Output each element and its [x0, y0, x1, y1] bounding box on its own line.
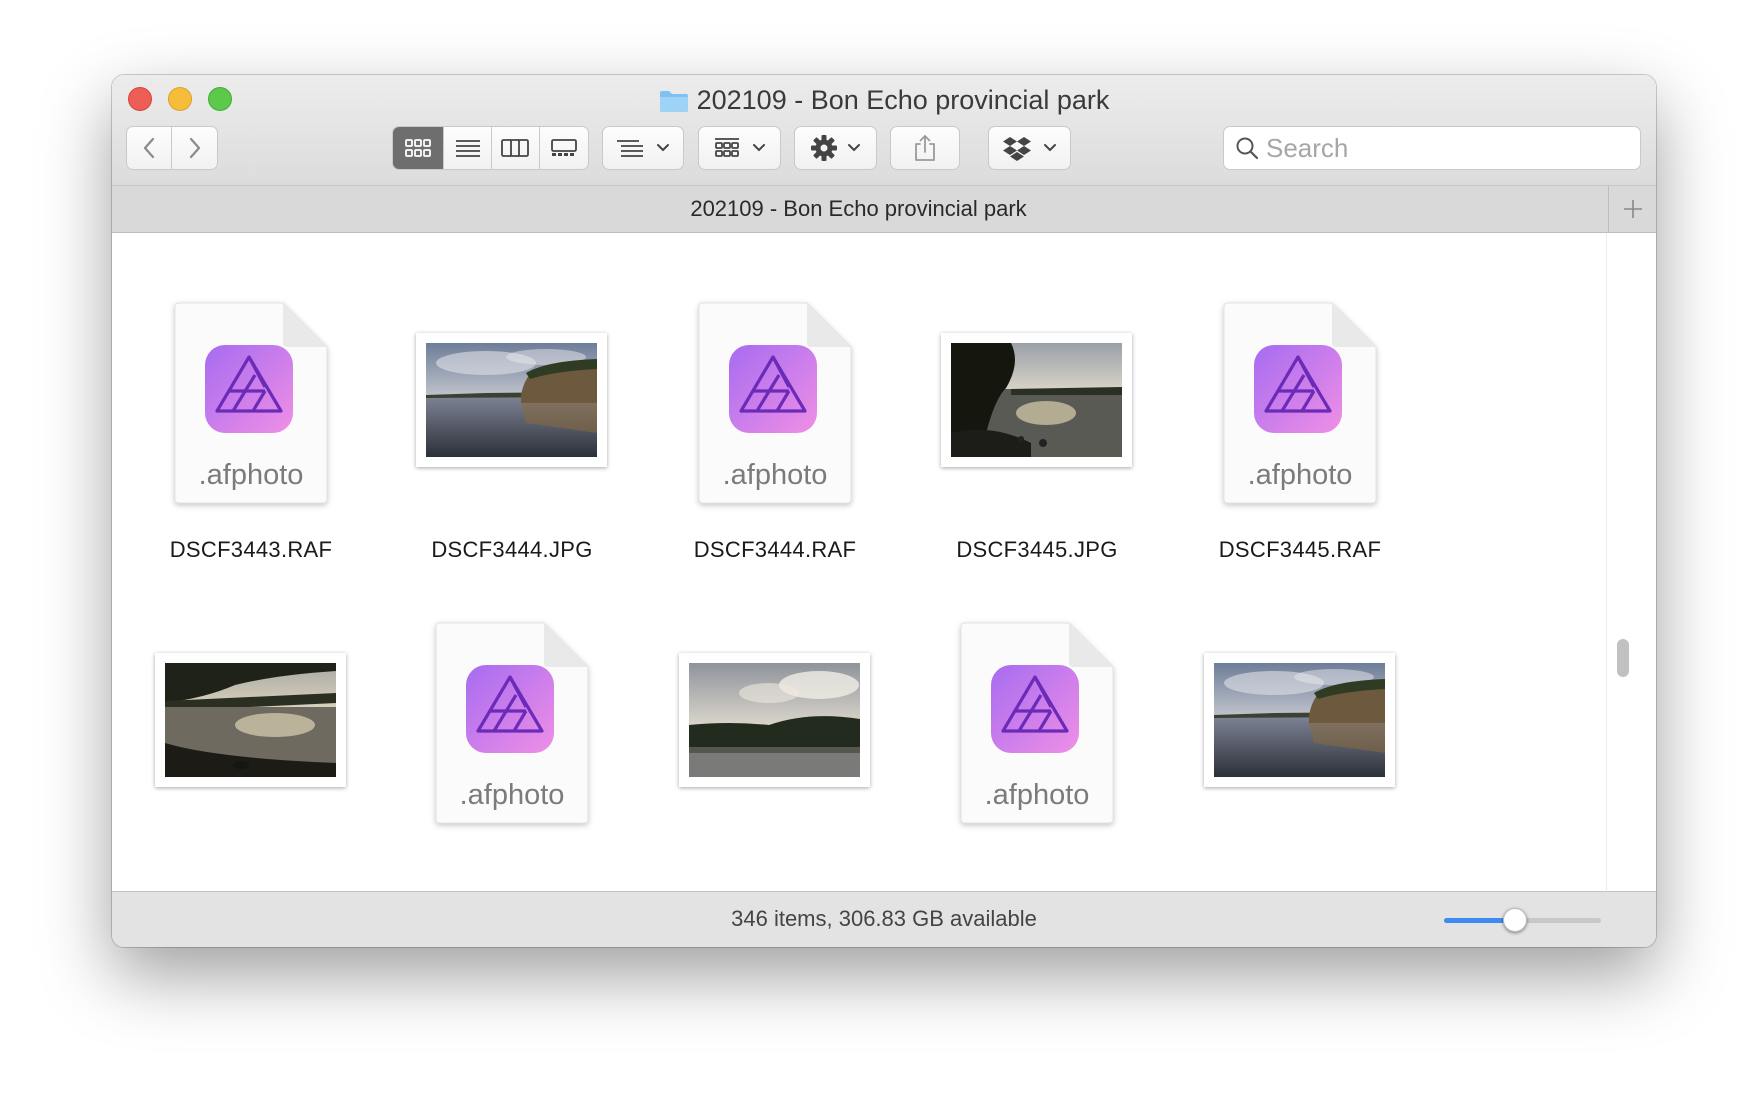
new-tab-button[interactable] [1608, 186, 1656, 232]
file-item[interactable]: .afphoto DSCF3445.RAF [1180, 293, 1420, 593]
file-name-label: DSCF3445.JPG [956, 537, 1118, 562]
gallery-icon [550, 139, 577, 156]
afphoto-document-icon: .afphoto [695, 301, 855, 507]
file-item[interactable]: .afphoto DSCF3443.RAF [131, 293, 371, 593]
icon-view-button[interactable] [393, 127, 445, 169]
file-name-label: DSCF3444.JPG [431, 537, 593, 562]
afphoto-document-icon: .afphoto [1220, 301, 1380, 507]
share-button[interactable] [890, 126, 960, 170]
chevron-down-icon [752, 144, 765, 152]
file-grid: .afphoto DSCF3443.RAF DSCF3444.JPG .afphoto… [112, 233, 1606, 891]
file-item[interactable]: DSCF3444.JPG [392, 293, 632, 593]
chevron-left-icon [143, 137, 155, 159]
dropbox-button[interactable] [988, 126, 1071, 170]
afphoto-document-icon: .afphoto [432, 621, 592, 827]
file-thumbnail: .afphoto [1180, 293, 1420, 515]
file-thumbnail [131, 613, 371, 835]
icon-size-slider-knob[interactable] [1502, 908, 1527, 932]
vertical-scrollbar[interactable] [1606, 233, 1656, 891]
columns-icon [501, 139, 530, 157]
image-thumbnail [416, 333, 607, 467]
chevron-down-icon [1043, 144, 1056, 152]
file-thumbnail: .afphoto [655, 293, 895, 515]
sort-by-button[interactable] [602, 126, 684, 170]
finder-window: 202109 - Bon Echo provincial park Search… [112, 75, 1656, 947]
window-title: 202109 - Bon Echo provincial park [112, 83, 1656, 117]
share-icon [915, 135, 935, 161]
file-extension-label: .afphoto [984, 779, 1090, 811]
folder-icon [659, 87, 689, 121]
group-by-button[interactable] [698, 126, 781, 170]
search-field[interactable] [1223, 126, 1641, 170]
back-forward-control [126, 126, 218, 170]
image-thumbnail [155, 653, 346, 787]
file-thumbnail: .afphoto [131, 293, 371, 515]
file-thumbnail [392, 293, 632, 515]
afphoto-document-icon: .afphoto [957, 621, 1117, 827]
status-bar: 346 items, 306.83 GB available [112, 891, 1656, 947]
dropbox-icon [1002, 137, 1031, 161]
column-view-button[interactable] [492, 127, 540, 169]
file-name-label: DSCF3443.RAF [169, 537, 333, 562]
file-extension-label: .afphoto [722, 459, 828, 491]
tab-active[interactable]: 202109 - Bon Echo provincial park [112, 186, 1605, 232]
back-button[interactable] [127, 127, 173, 169]
file-item[interactable] [131, 613, 371, 891]
plus-icon [1623, 200, 1642, 218]
status-text: 346 items, 306.83 GB available [731, 906, 1037, 931]
file-thumbnail: .afphoto [917, 613, 1157, 835]
file-thumbnail: .afphoto [392, 613, 632, 835]
afphoto-document-icon: .afphoto [171, 301, 331, 507]
group-grid-icon [714, 138, 739, 157]
action-menu-button[interactable] [794, 126, 877, 170]
view-mode-control [392, 126, 589, 170]
file-thumbnail [917, 293, 1157, 515]
file-item[interactable] [1180, 613, 1420, 891]
chevron-right-icon [189, 137, 200, 159]
sort-list-icon [617, 140, 643, 157]
scrollbar-thumb[interactable] [1617, 639, 1629, 677]
file-item[interactable]: DSCF3445.JPG [917, 293, 1157, 593]
image-thumbnail [941, 333, 1132, 467]
image-thumbnail [1204, 653, 1395, 787]
file-item[interactable]: .afphoto DSCF3444.RAF [655, 293, 895, 593]
file-name-label: DSCF3444.RAF [693, 537, 857, 562]
file-extension-label: .afphoto [459, 779, 565, 811]
file-name-label: DSCF3445.RAF [1218, 537, 1382, 562]
chevron-down-icon [657, 144, 669, 152]
file-extension-label: .afphoto [1247, 459, 1353, 491]
file-item[interactable]: .afphoto [392, 613, 632, 891]
gear-icon [810, 135, 837, 161]
list-icon [455, 140, 480, 157]
window-title-text: 202109 - Bon Echo provincial park [696, 85, 1110, 115]
gallery-view-button[interactable] [540, 127, 589, 169]
file-item[interactable] [655, 613, 895, 891]
titlebar: 202109 - Bon Echo provincial park [112, 75, 1656, 186]
file-thumbnail [1180, 613, 1420, 835]
list-view-button[interactable] [444, 127, 492, 169]
search-icon [1236, 137, 1259, 160]
tab-bar: 202109 - Bon Echo provincial park [112, 186, 1656, 233]
file-thumbnail [655, 613, 895, 835]
image-thumbnail [679, 653, 870, 787]
search-input[interactable] [1260, 132, 1626, 164]
file-extension-label: .afphoto [198, 459, 304, 491]
chevron-down-icon [847, 144, 860, 152]
grid-icon [405, 139, 432, 157]
forward-button[interactable] [172, 127, 217, 169]
file-item[interactable]: .afphoto [917, 613, 1157, 891]
